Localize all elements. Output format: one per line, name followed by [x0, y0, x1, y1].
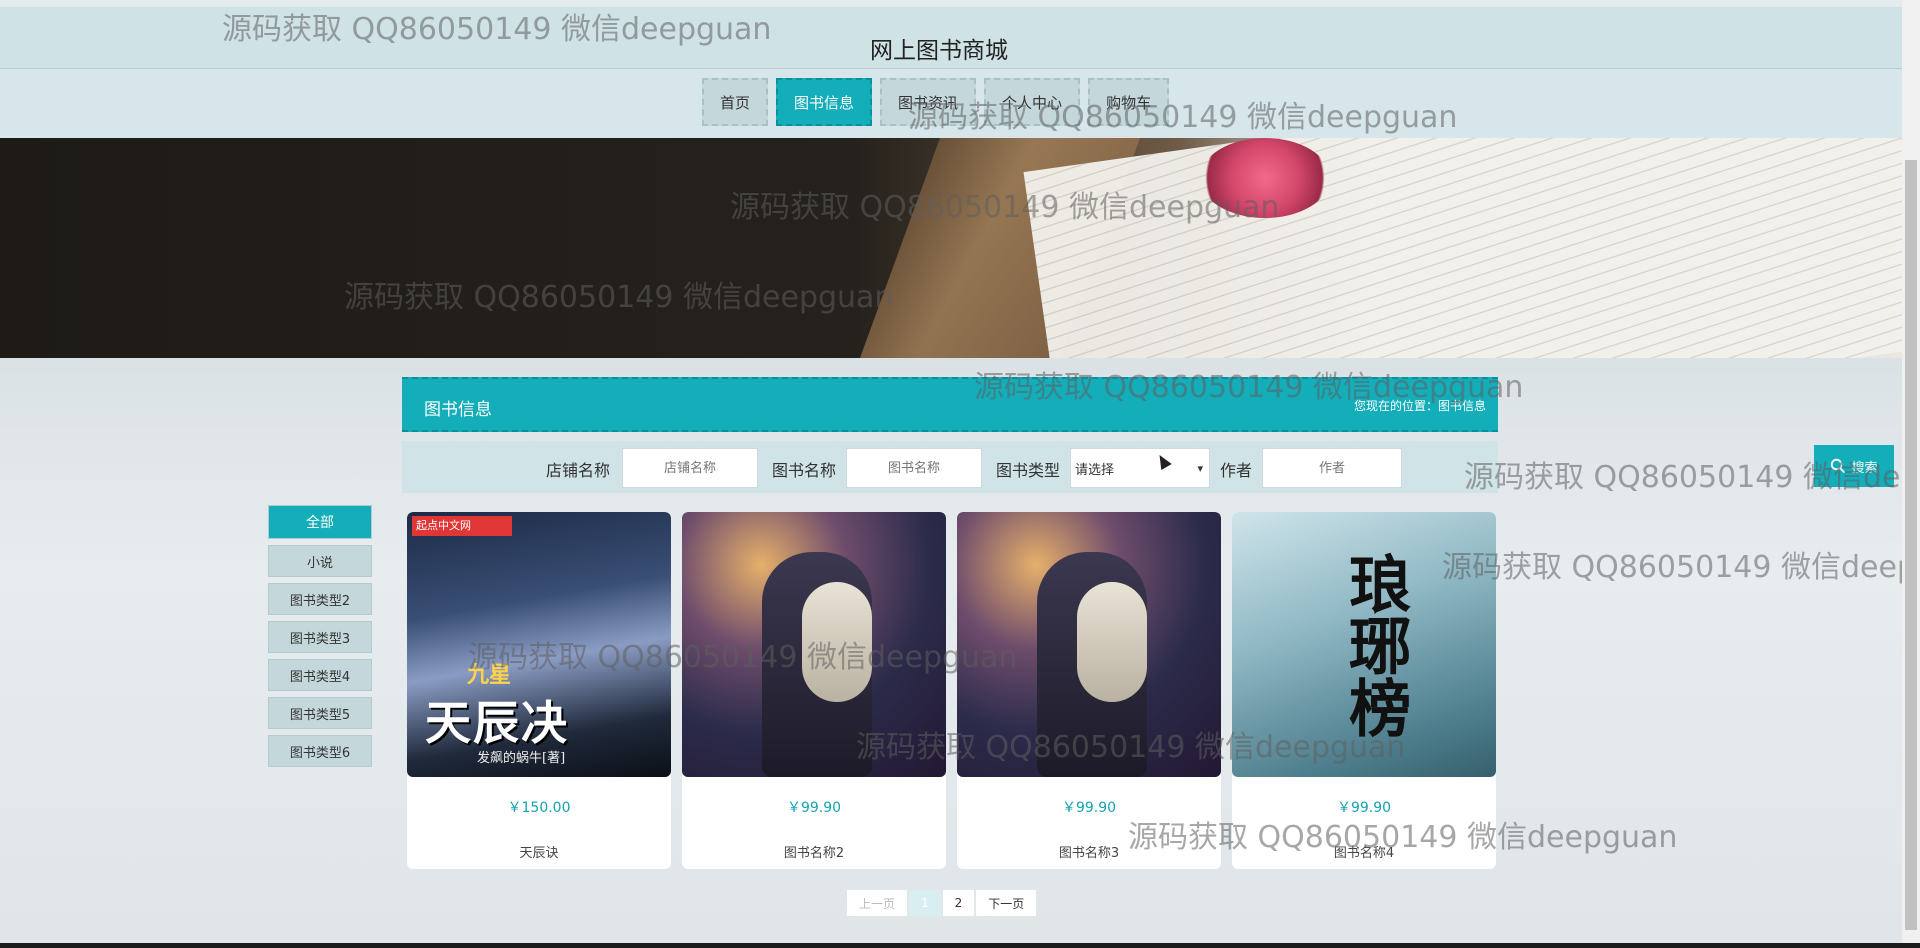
- nav-item-books[interactable]: 图书信息: [776, 78, 873, 126]
- top-header: 网上图书商城: [0, 7, 1902, 69]
- search-bar: 店铺名称 图书名称 图书类型 请选择 ▾ 作者 搜索: [402, 441, 1894, 493]
- book-cover[interactable]: [682, 512, 946, 777]
- book-price: ￥99.90: [786, 800, 842, 816]
- category-type2[interactable]: 图书类型2: [268, 583, 372, 615]
- category-type6[interactable]: 图书类型6: [268, 735, 372, 767]
- book-card[interactable]: 琅琊榜 ￥99.90 图书名称4: [1232, 512, 1496, 869]
- book-name[interactable]: 天辰诀: [407, 842, 671, 861]
- section-title: 图书信息: [424, 400, 492, 420]
- book-name-label: 图书名称: [772, 461, 837, 480]
- book-type-selected: 请选择: [1075, 462, 1115, 478]
- book-price: ￥99.90: [1061, 800, 1117, 816]
- page: 网上图书商城 首页 图书信息 图书资讯 个人中心 购物车 图书信息 您现在的位置…: [0, 0, 1920, 943]
- section-header: 图书信息 您现在的位置：图书信息: [402, 377, 1498, 432]
- category-novel[interactable]: 小说: [268, 545, 372, 577]
- search-button[interactable]: 搜索: [1814, 445, 1894, 487]
- category-type5[interactable]: 图书类型5: [268, 697, 372, 729]
- prev-page-button[interactable]: 上一页: [846, 889, 909, 917]
- shop-name-label: 店铺名称: [546, 461, 611, 480]
- shop-name-input[interactable]: [622, 448, 758, 488]
- book-card[interactable]: ￥99.90 图书名称2: [682, 512, 946, 869]
- nav-item-profile[interactable]: 个人中心: [984, 78, 1081, 126]
- author-label: 作者: [1220, 461, 1253, 480]
- book-price: ￥99.90: [1336, 800, 1392, 816]
- breadcrumb: 您现在的位置：图书信息: [1353, 399, 1486, 413]
- next-page-button[interactable]: 下一页: [975, 889, 1038, 917]
- cover-title: 天辰决: [425, 696, 569, 750]
- nav-item-home[interactable]: 首页: [702, 78, 769, 126]
- book-price: ￥150.00: [507, 800, 571, 816]
- taskbar-edge: [0, 943, 1920, 948]
- book-name[interactable]: 图书名称2: [682, 842, 946, 861]
- publisher-logo: 起点中文网: [412, 516, 512, 536]
- author-input[interactable]: [1262, 448, 1402, 488]
- search-icon: [1831, 458, 1846, 474]
- book-cover[interactable]: 琅琊榜: [1232, 512, 1496, 777]
- vertical-scrollbar[interactable]: [1902, 0, 1920, 943]
- hero-banner: [0, 138, 1902, 358]
- page-number-2[interactable]: 2: [941, 889, 976, 917]
- category-type3[interactable]: 图书类型3: [268, 621, 372, 653]
- book-card[interactable]: ￥99.90 图书名称3: [957, 512, 1221, 869]
- cover-subtitle: 九星: [467, 662, 512, 688]
- nav-item-cart[interactable]: 购物车: [1088, 78, 1170, 126]
- pagination: 上一页 1 2 下一页: [846, 889, 1038, 917]
- book-name-input[interactable]: [846, 448, 982, 488]
- book-card[interactable]: 起点中文网 九星 天辰决 发飙的蜗牛[著] ￥150.00 天辰诀: [407, 512, 671, 869]
- book-cover[interactable]: [957, 512, 1221, 777]
- watermark: 源码获取 QQ86050149 微信deepguan: [1442, 550, 1920, 585]
- search-button-label: 搜索: [1851, 459, 1878, 475]
- book-name[interactable]: 图书名称4: [1232, 842, 1496, 861]
- page-number-1[interactable]: 1: [908, 889, 942, 917]
- book-type-select[interactable]: 请选择 ▾: [1070, 448, 1210, 488]
- scrollbar-thumb[interactable]: [1905, 160, 1917, 930]
- book-cover[interactable]: 起点中文网 九星 天辰决 发飙的蜗牛[著]: [407, 512, 671, 777]
- category-type4[interactable]: 图书类型4: [268, 659, 372, 691]
- category-all[interactable]: 全部: [268, 505, 372, 539]
- cover-title: 琅琊榜: [1338, 552, 1412, 738]
- main-nav: 首页 图书信息 图书资讯 个人中心 购物车: [0, 69, 1902, 138]
- book-name[interactable]: 图书名称3: [957, 842, 1221, 861]
- nav-item-news[interactable]: 图书资讯: [880, 78, 977, 126]
- chevron-down-icon: ▾: [1197, 461, 1203, 475]
- cover-author: 发飙的蜗牛[著]: [477, 751, 566, 766]
- book-type-label: 图书类型: [996, 461, 1061, 480]
- category-list: 全部 小说 图书类型2 图书类型3 图书类型4 图书类型5 图书类型6: [268, 505, 372, 773]
- site-title: 网上图书商城: [870, 38, 1008, 64]
